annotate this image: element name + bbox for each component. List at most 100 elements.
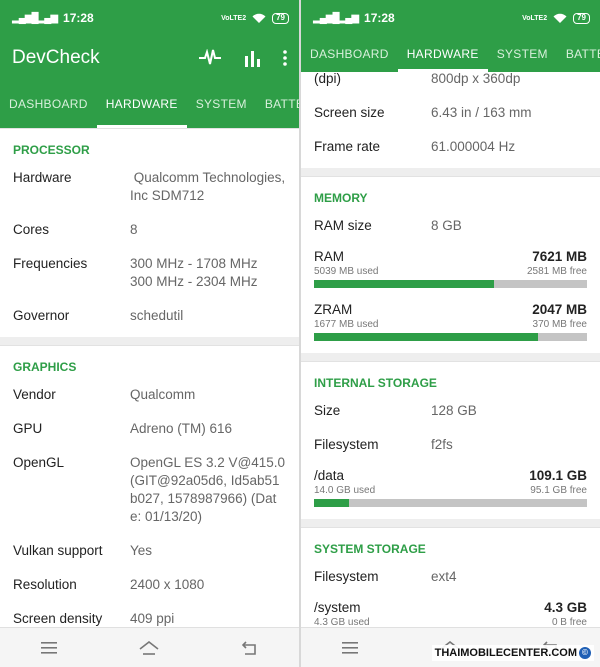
- meter-used: 14.0 GB used: [314, 485, 376, 496]
- wifi-icon: [252, 13, 266, 24]
- info-row-dpi: (dpi) 800dp x 360dp: [301, 72, 600, 96]
- system-storage-section: SYSTEM STORAGE Filesystem ext4 /system 4.…: [301, 527, 600, 627]
- section-title: INTERNAL STORAGE: [314, 376, 437, 390]
- graphics-section: GRAPHICS Vendor Qualcomm GPU Adreno (TM)…: [0, 345, 299, 627]
- menu-nav-icon[interactable]: [41, 641, 58, 654]
- row-value: 61.000004 Hz: [431, 139, 516, 154]
- row-value: 128 GB: [431, 403, 477, 418]
- right-phone-screen: ▂▄▆█▂▄▆ 17:28 VoLTE2 79 DASHBOARD HARDWA…: [301, 0, 600, 667]
- site-watermark: THAIMOBILECENTER.COM ©: [431, 645, 594, 661]
- usage-bar-fill: [314, 333, 538, 341]
- info-row-governor: Governor schedutil: [0, 299, 299, 337]
- tab-system[interactable]: SYSTEM: [187, 80, 256, 128]
- info-row-gpu: GPU Adreno (TM) 616: [0, 412, 299, 446]
- tab-battery[interactable]: BATTERY: [256, 80, 299, 128]
- info-row-frame-rate: Frame rate 61.000004 Hz: [301, 130, 600, 168]
- row-value: f2fs: [431, 437, 453, 452]
- tab-dashboard[interactable]: DASHBOARD: [301, 36, 398, 72]
- info-row-cores: Cores 8: [0, 213, 299, 247]
- row-value: Qualcomm: [130, 387, 196, 402]
- row-key: Filesystem: [314, 437, 379, 452]
- bar-chart-icon[interactable]: [243, 49, 261, 67]
- meter-label: /data: [314, 468, 345, 483]
- meter-label: /system: [314, 600, 361, 615]
- signal-icon: ▂▄▆█▂▄▆: [313, 12, 359, 24]
- row-key: GPU: [13, 421, 43, 436]
- meter-total: 2047 MB: [532, 302, 587, 317]
- row-key: Governor: [13, 308, 70, 323]
- hardware-content[interactable]: PROCESSOR Hardware Qualcomm Technologies…: [0, 128, 299, 627]
- overflow-menu-icon[interactable]: [283, 50, 287, 66]
- battery-indicator: 79: [573, 12, 590, 24]
- row-value: Yes: [130, 543, 153, 558]
- info-row-vulkan: Vulkan support Yes: [0, 534, 299, 568]
- tab-hardware[interactable]: HARDWARE: [397, 36, 488, 72]
- tab-bar: DASHBOARD HARDWARE SYSTEM BATTERY: [0, 80, 299, 128]
- tab-dashboard[interactable]: DASHBOARD: [0, 80, 97, 128]
- row-value: ext4: [431, 569, 457, 584]
- row-key: Screen size: [314, 105, 385, 120]
- row-key: Resolution: [13, 577, 77, 592]
- row-key: Cores: [13, 222, 50, 237]
- row-key: OpenGL: [13, 455, 65, 470]
- row-key: Frame rate: [314, 139, 381, 154]
- display-section: (dpi) 800dp x 360dp Screen size 6.43 in …: [301, 72, 600, 168]
- left-phone-screen: ▂▄▆█▂▄▆ 17:28 VoLTE2 79 DevCheck DASHBOA…: [0, 0, 299, 667]
- meter-free: 2581 MB free: [526, 266, 587, 277]
- volte-indicator: VoLTE2: [522, 14, 548, 22]
- row-value: 8 GB: [431, 218, 462, 233]
- back-nav-icon[interactable]: [241, 640, 258, 655]
- tab-bar: DASHBOARD HARDWARE SYSTEM BATTERY: [301, 36, 600, 72]
- row-key: Screen density: [13, 611, 103, 626]
- zram-meter: ZRAM 2047 MB 1677 MB used 370 MB free: [301, 296, 600, 353]
- meter-used: 5039 MB used: [314, 266, 379, 277]
- system-nav-bar: [0, 627, 299, 667]
- meter-total: 4.3 GB: [544, 600, 587, 615]
- section-separator: [301, 168, 600, 176]
- row-value: OpenGL ES 3.2 V@415.0 (GIT@92a05d6, Id5a…: [130, 455, 286, 524]
- tab-battery[interactable]: BATTERY: [557, 36, 600, 72]
- usage-bar: [314, 499, 587, 507]
- menu-nav-icon[interactable]: [342, 641, 359, 654]
- wifi-icon: [553, 13, 567, 24]
- section-title: GRAPHICS: [13, 360, 77, 374]
- ram-meter: RAM 7621 MB 5039 MB used 2581 MB free: [301, 243, 600, 296]
- info-row-filesystem: Filesystem ext4: [301, 560, 600, 594]
- meter-total: 7621 MB: [532, 249, 587, 264]
- internal-storage-section: INTERNAL STORAGE Size 128 GB Filesystem …: [301, 361, 600, 519]
- row-key: (dpi): [314, 72, 342, 86]
- row-value: 2400 x 1080: [130, 577, 205, 592]
- status-time: 17:28: [63, 11, 94, 25]
- row-key: Vendor: [13, 387, 56, 402]
- tab-hardware[interactable]: HARDWARE: [96, 80, 187, 128]
- copyright-icon: ©: [579, 647, 591, 659]
- info-row-filesystem: Filesystem f2fs: [301, 428, 600, 462]
- info-row-screen-density: Screen density 409 ppi: [0, 602, 299, 627]
- status-time: 17:28: [364, 11, 395, 25]
- home-nav-icon[interactable]: [139, 640, 159, 655]
- row-key: Hardware: [13, 170, 72, 185]
- status-bar: ▂▄▆█▂▄▆ 17:28 VoLTE2 79: [0, 0, 299, 36]
- app-title: DevCheck: [12, 47, 100, 68]
- info-row-vendor: Vendor Qualcomm: [0, 378, 299, 412]
- info-row-resolution: Resolution 2400 x 1080: [0, 568, 299, 602]
- monitor-pulse-icon[interactable]: [199, 49, 221, 67]
- row-value: Qualcomm Technologies, Inc SDM712: [130, 170, 289, 203]
- app-bar: DevCheck: [0, 36, 299, 80]
- processor-section: PROCESSOR Hardware Qualcomm Technologies…: [0, 128, 299, 337]
- hardware-content-scrolled[interactable]: (dpi) 800dp x 360dp Screen size 6.43 in …: [301, 72, 600, 627]
- data-partition-meter: /data 109.1 GB 14.0 GB used 95.1 GB free: [301, 462, 600, 519]
- row-value: 409 ppi: [130, 611, 175, 626]
- watermark-text: THAIMOBILECENTER.COM: [434, 647, 577, 659]
- usage-bar-fill: [314, 499, 349, 507]
- meter-free: 95.1 GB free: [530, 485, 587, 496]
- meter-free: 370 MB free: [532, 319, 587, 330]
- meter-used: 1677 MB used: [314, 319, 379, 330]
- memory-section: MEMORY RAM size 8 GB RAM 7621 MB 5039 MB …: [301, 176, 600, 353]
- row-value: 300 MHz - 1708 MHz 300 MHz - 2304 MHz: [130, 256, 258, 289]
- tab-system[interactable]: SYSTEM: [488, 36, 557, 72]
- usage-bar: [314, 333, 587, 341]
- info-row-size: Size 128 GB: [301, 394, 600, 428]
- row-value: 8: [130, 222, 138, 237]
- info-row-frequencies: Frequencies 300 MHz - 1708 MHz 300 MHz -…: [0, 247, 299, 299]
